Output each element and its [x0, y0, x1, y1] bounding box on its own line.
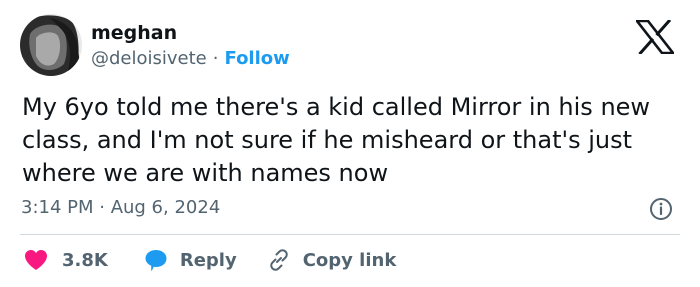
author-name[interactable]: meghan — [91, 21, 177, 45]
like-count: 3.8K — [62, 249, 108, 271]
copy-link-button[interactable]: Copy link — [267, 248, 397, 272]
avatar[interactable] — [20, 14, 82, 76]
author-handle[interactable]: @deloisivete — [91, 48, 207, 69]
tweet-card: meghan @deloisivete · Follow My 6yo told m… — [0, 0, 700, 287]
avatar-photo — [20, 14, 82, 76]
copy-link-label: Copy link — [302, 249, 397, 271]
tweet-text: My 6yo told me there's a kid called Mirr… — [22, 93, 651, 187]
reply-button[interactable]: Reply — [144, 248, 237, 272]
separator-dot: · — [212, 48, 219, 69]
like-button[interactable]: 3.8K — [20, 249, 108, 271]
link-icon — [267, 248, 291, 272]
tweet-timestamp[interactable]: 3:14 PM · Aug 6, 2024 — [21, 196, 220, 220]
info-icon[interactable] — [649, 197, 673, 221]
author-handle-row: @deloisivete · Follow — [91, 47, 290, 71]
x-logo-icon[interactable] — [634, 18, 676, 56]
heart-icon — [24, 249, 48, 271]
tweet-actions: 3.8K Reply Copy link — [20, 246, 396, 274]
reply-label: Reply — [179, 249, 237, 271]
follow-button[interactable]: Follow — [225, 48, 290, 69]
speech-bubble-icon — [144, 248, 168, 272]
divider — [20, 234, 680, 235]
